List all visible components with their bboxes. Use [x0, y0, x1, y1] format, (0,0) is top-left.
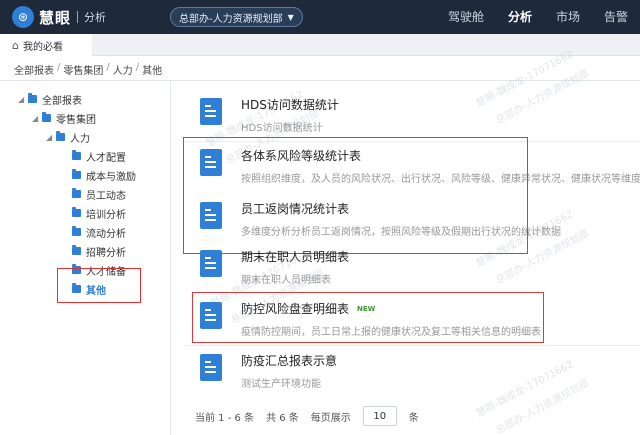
folder-icon [72, 207, 81, 217]
breadcrumb-separator: / [106, 62, 110, 73]
report-title[interactable]: 期末在职人员明细表 [241, 248, 349, 265]
watermark-text: 总部办-人力资源规划部 [494, 378, 592, 435]
breadcrumb-separator: / [135, 62, 140, 73]
header-divider [0, 80, 640, 81]
folder-icon [42, 112, 51, 122]
tree-node-recruiting-analysis[interactable]: 招聘分析 [72, 242, 126, 260]
sidebar-divider [170, 80, 171, 435]
watermark-text: 慧眼-魏成龙-17071662 [474, 359, 576, 420]
tree-node-training-analysis[interactable]: 培训分析 [72, 204, 126, 222]
tree-node-label: 流动分析 [86, 228, 126, 240]
tree-node-label: 成本与激励 [86, 171, 136, 183]
highlight-box-risk-reports [183, 137, 528, 254]
breadcrumb: 全部报表 / 零售集团 / 人力 / 其他 [14, 62, 162, 77]
home-icon: ⌂ [12, 38, 19, 52]
breadcrumb-separator: / [57, 62, 61, 73]
nav-item-analysis[interactable]: 分析 [496, 0, 544, 34]
nav-item-cockpit[interactable]: 驾驶舱 [436, 0, 496, 34]
chevron-down-icon: ▼ [287, 12, 294, 22]
row-divider [185, 345, 640, 346]
tree-node-label: 人才配置 [86, 152, 126, 164]
org-selector-label: 总部办-人力资源规划部 [179, 13, 283, 25]
tree-node-talent-allocation[interactable]: 人才配置 [72, 147, 126, 165]
tree-node-label: 全部报表 [42, 95, 82, 107]
per-page-input[interactable] [362, 406, 397, 426]
tree-node-label: 人力 [70, 133, 90, 145]
folder-icon [72, 245, 81, 255]
tab-label: 我的必看 [22, 41, 63, 53]
logo-icon: ⊛ [12, 6, 34, 28]
report-description: 期末在职人员明细表 [241, 275, 331, 286]
caret-down-icon[interactable]: ◢ [32, 114, 42, 123]
highlight-box-new-report [192, 292, 544, 343]
pager-range: 当前 1 - 6 条 [195, 412, 255, 424]
watermark-text: 总部办-人力资源规划部 [494, 68, 592, 127]
tree-node-label: 员工动态 [86, 190, 126, 202]
pager-per-page-label: 每页展示 [310, 412, 351, 424]
tree-node-staff-movement[interactable]: 员工动态 [72, 185, 126, 203]
tree-node-label: 零售集团 [56, 114, 96, 126]
report-item[interactable]: 防疫汇总报表示意 测试生产环境功能 [200, 352, 337, 392]
report-item[interactable]: HDS访问数据统计 HDS访问数据统计 [200, 96, 339, 136]
caret-down-icon[interactable]: ◢ [46, 133, 56, 142]
nav-item-alerts[interactable]: 告警 [592, 0, 640, 34]
folder-icon [72, 150, 81, 160]
report-description: 测试生产环境功能 [241, 379, 321, 390]
tree-node-hr[interactable]: ◢ 人力 [46, 128, 90, 146]
tree-node-cost-incentive[interactable]: 成本与激励 [72, 166, 136, 184]
tree-node-turnover-analysis[interactable]: 流动分析 [72, 223, 126, 241]
report-title[interactable]: 防疫汇总报表示意 [241, 352, 337, 369]
pager-unit: 条 [408, 412, 419, 424]
breadcrumb-item[interactable]: 人力 [113, 62, 133, 77]
folder-icon [72, 226, 81, 236]
report-doc-icon [200, 354, 222, 381]
highlight-box-selected-node [57, 268, 141, 303]
nav-item-market[interactable]: 市场 [544, 0, 592, 34]
pager-total: 共 6 条 [266, 412, 299, 424]
brand-subtitle: 分析 [84, 11, 107, 24]
brand-name: 慧眼 [39, 8, 72, 27]
tree-node-all-reports[interactable]: ◢ 全部报表 [18, 90, 82, 108]
report-doc-icon [200, 250, 222, 277]
logo-divider [77, 11, 79, 23]
folder-icon [56, 131, 65, 141]
folder-icon [72, 169, 81, 179]
folder-icon [72, 188, 81, 198]
tab-my-must-see[interactable]: ⌂ 我的必看 [0, 34, 92, 56]
report-description: HDS访问数据统计 [241, 123, 323, 134]
breadcrumb-item[interactable]: 零售集团 [63, 62, 103, 77]
breadcrumb-item-current: 其他 [142, 66, 163, 77]
main-nav: 驾驶舱 分析 市场 告警 [436, 0, 640, 34]
app-logo[interactable]: ⊛ 慧眼 分析 [12, 6, 106, 28]
report-title[interactable]: HDS访问数据统计 [241, 96, 339, 113]
top-bar: ⊛ 慧眼 分析 总部办-人力资源规划部 ▼ 驾驶舱 分析 市场 告警 [0, 0, 640, 34]
caret-down-icon[interactable]: ◢ [18, 95, 28, 104]
tab-bar: ⌂ 我的必看 [0, 34, 640, 56]
folder-icon [28, 93, 37, 103]
tree-node-retail-group[interactable]: ◢ 零售集团 [32, 109, 96, 127]
breadcrumb-item[interactable]: 全部报表 [14, 62, 54, 77]
tree-node-label: 招聘分析 [86, 247, 126, 259]
report-item[interactable]: 期末在职人员明细表 期末在职人员明细表 [200, 248, 349, 288]
org-selector[interactable]: 总部办-人力资源规划部 ▼ [170, 7, 303, 27]
tree-node-label: 培训分析 [86, 209, 126, 221]
report-doc-icon [200, 98, 222, 125]
pagination: 当前 1 - 6 条 共 6 条 每页展示 条 [195, 406, 419, 426]
